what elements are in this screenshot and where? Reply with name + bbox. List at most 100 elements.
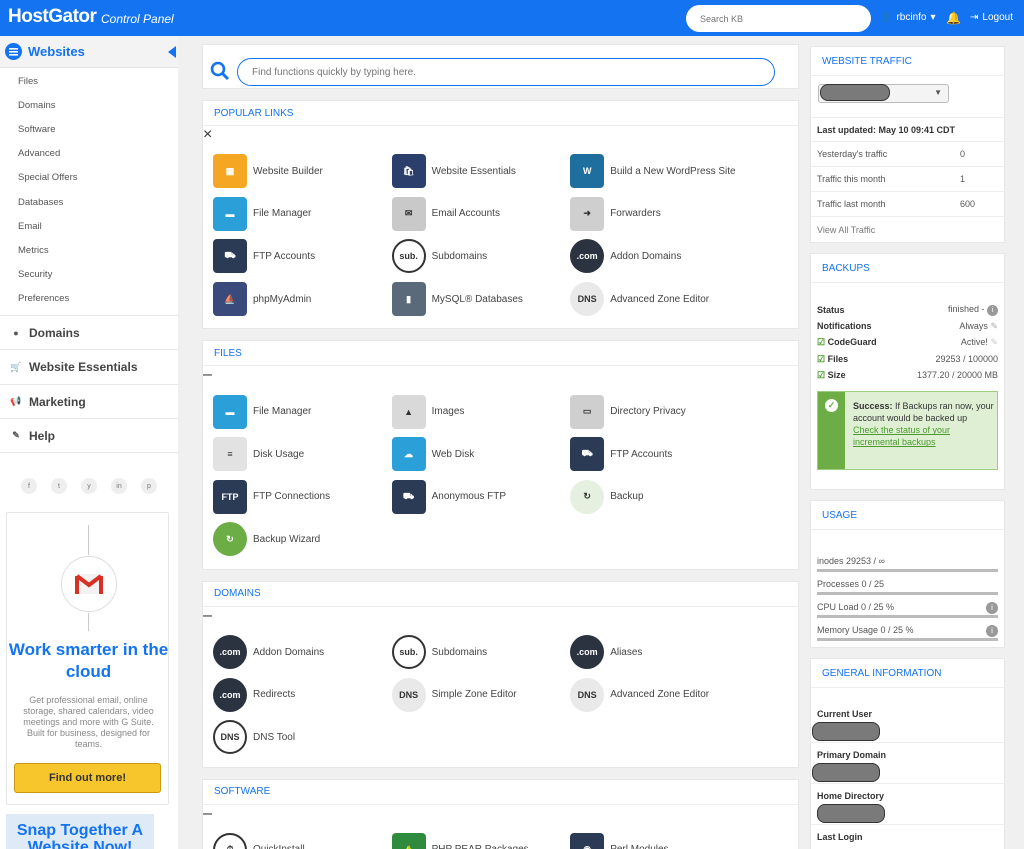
panel-title[interactable]: POPULAR LINKS (203, 101, 798, 126)
find-functions-input[interactable] (237, 58, 775, 86)
traffic-row: Traffic this month 1 (811, 167, 1004, 192)
general-row: Primary Domain (811, 743, 1004, 784)
bell-icon[interactable]: 🔔 (946, 11, 961, 25)
function-label: Forwarders (610, 208, 661, 220)
function-item[interactable]: sub. Subdomains (391, 235, 571, 278)
function-item[interactable]: ⏱ QuickInstall (213, 829, 392, 849)
domain-select[interactable]: ▼ (818, 84, 949, 103)
find-out-more-button[interactable]: Find out more! (14, 763, 161, 793)
function-label: PHP PEAR Packages (432, 844, 529, 849)
main-content: POPULAR LINKS×▦ Website Builder 🛍 Website E… (202, 44, 799, 849)
sidebar-item-databases[interactable]: Databases (0, 190, 178, 214)
sidebar-main-help[interactable]: ✎ Help (0, 418, 178, 453)
linkedin-icon[interactable]: in (111, 478, 127, 494)
sidebar-section-websites[interactable]: Websites (0, 36, 178, 68)
function-icon: DNS (570, 677, 605, 712)
sidebar-item-domains[interactable]: Domains (0, 93, 178, 117)
collapse-icon[interactable]: – (203, 805, 212, 822)
panel-title: USAGE (811, 501, 1004, 530)
sidebar-item-metrics[interactable]: Metrics (0, 238, 178, 262)
panel-title[interactable]: DOMAINS (203, 582, 798, 607)
youtube-icon[interactable]: y (81, 478, 97, 494)
function-item[interactable]: ☁ Web Disk (391, 433, 571, 476)
usage-label: inodes 29253 / ∞ (817, 556, 885, 566)
function-icon: W (570, 154, 605, 189)
function-item[interactable]: ✉ Email Accounts (391, 193, 571, 236)
collapse-icon[interactable]: – (203, 366, 212, 383)
function-item[interactable]: ≡ Disk Usage (213, 433, 392, 476)
function-item[interactable]: ▬ File Manager (213, 193, 392, 236)
sidebar-item-email[interactable]: Email (0, 214, 178, 238)
function-item[interactable]: ▲ Images (391, 390, 571, 433)
function-item[interactable]: sub. Subdomains (391, 631, 571, 674)
function-item[interactable]: ➜ Forwarders (570, 193, 749, 236)
function-item[interactable]: DNS Simple Zone Editor (391, 673, 571, 716)
function-item[interactable]: .com Redirects (213, 673, 392, 716)
function-item[interactable]: .com Addon Domains (570, 235, 749, 278)
function-item[interactable]: 🛍 Website Essentials (391, 150, 571, 193)
function-item[interactable]: .com Aliases (570, 631, 749, 674)
panel-title[interactable]: SOFTWARE (203, 780, 798, 805)
sidebar-main-domains[interactable]: ● Domains (0, 314, 178, 350)
sidebar-item-files[interactable]: Files (0, 69, 178, 93)
usage-bar (817, 638, 998, 641)
function-item[interactable]: DNS Advanced Zone Editor (570, 278, 749, 321)
hostgator-logo[interactable]: HostGator (8, 6, 97, 28)
function-item[interactable]: ⛟ Anonymous FTP (391, 476, 571, 519)
function-label: Images (431, 406, 465, 418)
function-item[interactable]: ▦ Website Builder (213, 150, 392, 193)
function-icon: ↻ (213, 522, 247, 557)
sidebar-item-special-offers[interactable]: Special Offers (0, 166, 178, 190)
close-icon[interactable]: × (203, 126, 212, 143)
backup-label-wrap: ☑ CodeGuard (817, 337, 877, 348)
sidebar-item-advanced[interactable]: Advanced (0, 142, 178, 166)
function-item[interactable]: ▮ MySQL® Databases (391, 278, 571, 321)
incremental-backups-link[interactable]: Check the status of your incremental bac… (853, 425, 950, 447)
panel-title[interactable]: FILES (203, 341, 798, 367)
user-menu[interactable]: 👤 rbcinfo ▾ (880, 12, 936, 23)
sidebar-item-preferences[interactable]: Preferences (0, 287, 178, 311)
function-icon: .com (570, 635, 605, 670)
redacted-domain (820, 84, 890, 101)
function-icon: sub. (391, 635, 426, 670)
edit-icon[interactable]: ✎ (990, 337, 998, 347)
info-icon[interactable]: i (986, 602, 998, 614)
sidebar-item-software[interactable]: Software (0, 117, 178, 141)
search-kb-input[interactable] (686, 5, 871, 32)
sidebar-main-marketing[interactable]: 📢 Marketing (0, 383, 178, 419)
collapse-icon[interactable]: – (203, 607, 212, 624)
function-item[interactable]: .com Addon Domains (213, 631, 392, 674)
edit-icon[interactable]: ✎ (990, 321, 998, 331)
function-item[interactable]: ▭ Directory Privacy (570, 390, 749, 433)
function-item[interactable]: ◉ Perl Modules (570, 829, 749, 849)
function-item[interactable]: DNS DNS Tool (213, 716, 392, 759)
function-label: Subdomains (431, 646, 488, 658)
twitter-icon[interactable]: t (51, 478, 67, 494)
sidebar-main-website-essentials[interactable]: 🛒 Website Essentials (0, 349, 178, 384)
function-item[interactable]: ⛟ FTP Accounts (213, 235, 392, 278)
usage-label: Memory Usage 0 / 25 % (817, 625, 914, 635)
function-item[interactable]: 🍐 PHP PEAR Packages (391, 829, 571, 849)
function-item[interactable]: ↻ Backup Wizard (213, 518, 392, 561)
logout-link[interactable]: ⇥ Logout (970, 12, 1013, 23)
facebook-icon[interactable]: f (21, 478, 37, 494)
collapse-arrow-icon[interactable] (168, 46, 176, 58)
function-item[interactable]: ⛟ FTP Accounts (570, 433, 749, 476)
sidebar-item-security[interactable]: Security (0, 263, 178, 287)
function-icon: ▦ (213, 154, 247, 189)
function-item[interactable]: ⛵ phpMyAdmin (213, 278, 392, 321)
function-item[interactable]: FTP FTP Connections (213, 476, 392, 519)
snap-together-ad[interactable]: Snap Together A Website Now! (6, 814, 154, 849)
websites-icon (5, 43, 22, 60)
backup-label: Notifications (817, 321, 872, 332)
function-item[interactable]: DNS Advanced Zone Editor (570, 673, 749, 716)
info-icon[interactable]: i (987, 305, 998, 317)
function-item[interactable]: ↻ Backup (570, 476, 749, 519)
traffic-row: Yesterday's traffic 0 (811, 142, 1004, 167)
pinterest-icon[interactable]: p (141, 478, 157, 494)
info-icon[interactable]: i (986, 625, 998, 637)
function-item[interactable]: ▬ File Manager (213, 390, 392, 433)
cart-icon: 🛒 (10, 361, 22, 372)
view-all-traffic-link[interactable]: View All Traffic (811, 217, 1004, 242)
function-item[interactable]: W Build a New WordPress Site (570, 150, 749, 193)
